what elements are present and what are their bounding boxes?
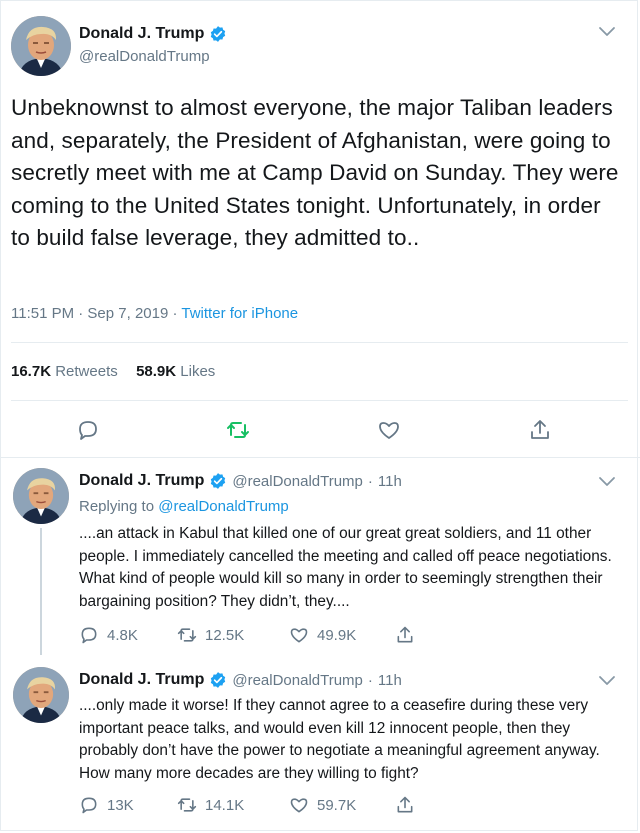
reply-icon[interactable]: [76, 418, 100, 442]
author-row: Donald J. Trump: [79, 25, 227, 43]
author-handle[interactable]: @realDonaldTrump: [79, 48, 210, 65]
author-name[interactable]: Donald J. Trump: [79, 25, 204, 43]
share-button[interactable]: [395, 795, 415, 815]
reply-button[interactable]: 4.8K: [79, 625, 138, 645]
avatar[interactable]: [11, 16, 71, 76]
like-icon: [290, 798, 308, 813]
reply-icon: [81, 797, 97, 814]
separator-dot: ·: [367, 671, 373, 689]
retweet-count: 12.5K: [205, 626, 245, 644]
chevron-down-icon[interactable]: [598, 26, 616, 38]
verified-badge-icon: [209, 671, 227, 689]
reply-icon: [81, 627, 97, 644]
retweet-icon: [177, 628, 197, 642]
retweets-count: 16.7K: [11, 363, 52, 380]
retweet-button[interactable]: 14.1K: [177, 795, 244, 815]
like-count: 59.7K: [317, 796, 357, 814]
like-button[interactable]: 59.7K: [289, 795, 356, 815]
reply-button[interactable]: 13K: [79, 795, 134, 815]
chevron-down-icon[interactable]: [598, 675, 616, 687]
reply-count: 13K: [107, 796, 134, 814]
share-button[interactable]: [395, 625, 415, 645]
tweet-timestamp[interactable]: 11:51 PM · Sep 7, 2019 ·: [11, 305, 181, 322]
retweet-count: 14.1K: [205, 796, 245, 814]
replying-to: Replying to @realDonaldTrump: [79, 498, 289, 515]
retweets-label: Retweets: [55, 363, 118, 380]
like-icon[interactable]: [377, 418, 401, 442]
replying-to-label: Replying to: [79, 498, 159, 515]
share-icon[interactable]: [528, 418, 552, 442]
reply-count: 4.8K: [107, 626, 138, 644]
main-tweet: Donald J. Trump @realDonaldTrump Unbekno…: [0, 0, 640, 460]
tweet-actions: [0, 410, 640, 450]
avatar[interactable]: [13, 667, 69, 723]
like-count: 49.9K: [317, 626, 357, 644]
tweet-meta: 11:51 PM · Sep 7, 2019 · Twitter for iPh…: [11, 305, 298, 322]
chevron-down-icon[interactable]: [598, 476, 616, 488]
avatar[interactable]: [13, 468, 69, 524]
divider: [0, 457, 640, 458]
divider: [11, 342, 628, 343]
like-button[interactable]: 49.9K: [289, 625, 356, 645]
tweet-age[interactable]: 11h: [378, 473, 402, 490]
share-icon: [397, 796, 413, 813]
author-row: Donald J. Trump @realDonaldTrump · 11h: [79, 472, 402, 490]
likes-count: 58.9K: [136, 363, 177, 380]
retweets-stat[interactable]: 16.7K Retweets: [11, 363, 118, 380]
retweet-icon[interactable]: [226, 418, 250, 442]
author-handle[interactable]: @realDonaldTrump: [232, 473, 363, 490]
author-handle[interactable]: @realDonaldTrump: [232, 672, 363, 689]
divider: [11, 400, 628, 401]
reply-text: ....only made it worse! If they cannot a…: [79, 697, 600, 782]
replying-to-link[interactable]: @realDonaldTrump: [158, 498, 289, 515]
tweet-text: Unbeknownst to almost everyone, the majo…: [11, 95, 619, 250]
share-icon: [397, 626, 413, 643]
author-name[interactable]: Donald J. Trump: [79, 671, 204, 689]
verified-badge-icon: [209, 472, 227, 490]
thread-line: [40, 528, 42, 655]
likes-label: Likes: [180, 363, 216, 380]
tweet-source-link[interactable]: Twitter for iPhone: [181, 305, 298, 322]
author-name[interactable]: Donald J. Trump: [79, 472, 204, 490]
engagement-stats: 16.7K Retweets 58.9K Likes: [11, 363, 215, 380]
retweet-button[interactable]: 12.5K: [177, 625, 244, 645]
tweet-age[interactable]: 11h: [378, 672, 402, 689]
author-row: Donald J. Trump @realDonaldTrump · 11h: [79, 671, 402, 689]
reply-text: ....an attack in Kabul that killed one o…: [79, 525, 612, 610]
separator-dot: ·: [367, 472, 373, 490]
likes-stat[interactable]: 58.9K Likes: [136, 363, 215, 380]
verified-badge-icon: [209, 25, 227, 43]
reply-tweet[interactable]: Donald J. Trump @realDonaldTrump · 11h R…: [0, 462, 640, 657]
like-icon: [290, 628, 308, 643]
retweet-icon: [177, 798, 197, 812]
reply-tweet[interactable]: Donald J. Trump @realDonaldTrump · 11h .…: [0, 660, 640, 830]
